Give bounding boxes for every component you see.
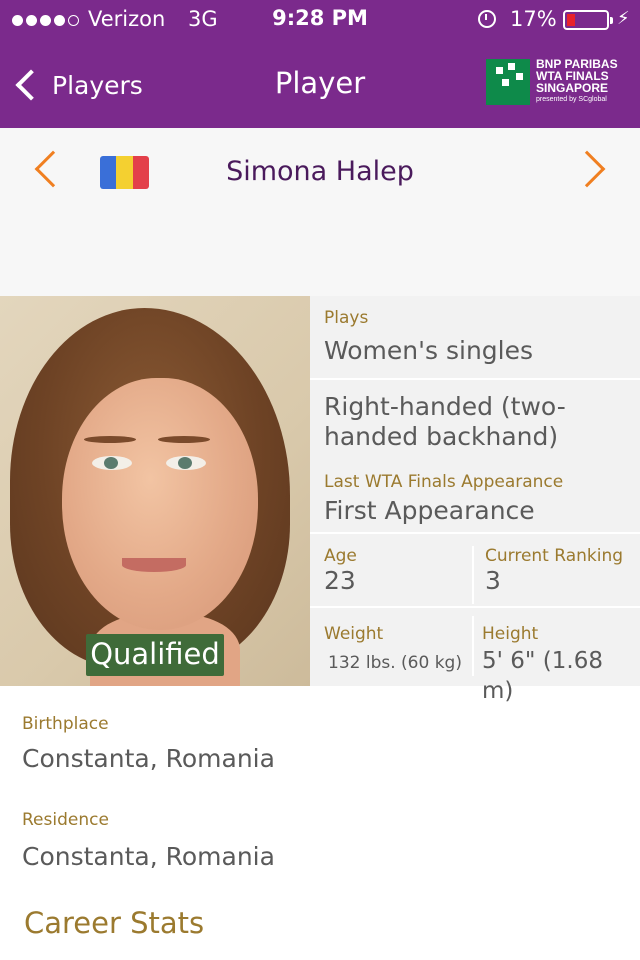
height-label: Height	[482, 624, 539, 644]
battery-percent: 17%	[510, 7, 557, 31]
last-finals-label: Last WTA Finals Appearance	[324, 472, 564, 492]
player-header: Simona Halep	[0, 128, 640, 296]
career-stats-link[interactable]: Career Stats	[24, 906, 204, 940]
height-value: 5' 6" (1.68 m)	[482, 648, 603, 704]
status-bar: Verizon 3G 9:28 PM 17% ⚡	[0, 0, 640, 40]
weight-label: Weight	[324, 624, 384, 644]
ranking-value: 3	[485, 566, 501, 595]
qualified-badge: Qualified	[86, 634, 224, 676]
birthplace-value: Constanta, Romania	[22, 744, 275, 773]
bnp-paribas-logo-icon	[486, 59, 530, 105]
charging-bolt-icon: ⚡	[617, 8, 630, 29]
player-info-panel: Plays Women's singles Right-handed (two-…	[310, 296, 640, 704]
plays-value: Women's singles	[324, 336, 534, 365]
last-finals-value: First Appearance	[324, 496, 535, 525]
alarm-icon	[478, 10, 496, 28]
chevron-left-icon	[15, 69, 47, 101]
ranking-label: Current Ranking	[485, 546, 624, 566]
battery-icon	[563, 10, 613, 30]
residence-value: Constanta, Romania	[22, 842, 275, 871]
back-button-label: Players	[52, 70, 143, 100]
handedness-value: Right-handed (two-handed backhand)	[324, 392, 566, 451]
age-value: 23	[324, 566, 356, 595]
logo-line-4: presented by SCglobal	[536, 96, 607, 103]
back-button[interactable]: Players	[12, 60, 143, 110]
plays-label: Plays	[324, 308, 369, 328]
navigation-bar: Players Player BNP PARIBAS WTA FINALS SI…	[0, 40, 640, 128]
logo-line-3: SINGAPORE	[536, 81, 609, 95]
age-label: Age	[324, 546, 357, 566]
residence-label: Residence	[22, 810, 109, 830]
player-name: Simona Halep	[226, 156, 414, 187]
wta-finals-logo: BNP PARIBAS WTA FINALS SINGAPORE present…	[486, 58, 618, 106]
player-photo	[0, 296, 310, 686]
birthplace-label: Birthplace	[22, 714, 109, 734]
weight-value: 132 lbs. (60 kg)	[328, 653, 462, 673]
